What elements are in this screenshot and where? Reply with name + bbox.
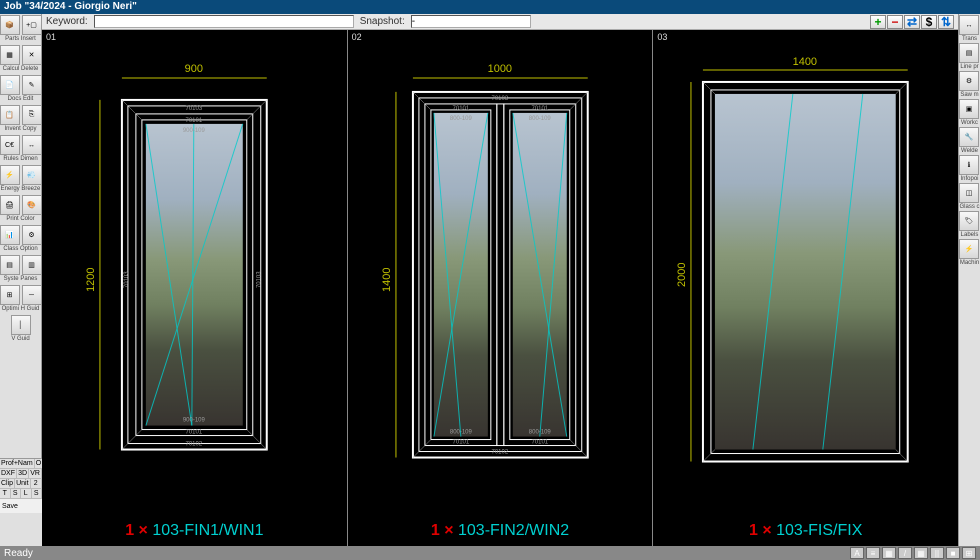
invent-button[interactable]: 📋	[0, 105, 20, 125]
status-tool[interactable]: ■	[946, 547, 960, 559]
svg-text:70101: 70101	[452, 440, 469, 446]
status-tool[interactable]: ▦	[882, 547, 896, 559]
syste-button[interactable]: ▤	[0, 255, 20, 275]
class-button[interactable]: 📊	[0, 225, 20, 245]
copy-button[interactable]: ⎘	[22, 105, 42, 125]
svg-text:70103: 70103	[491, 96, 508, 102]
svg-text:70101: 70101	[531, 440, 548, 446]
window-cell-02[interactable]: 02 1000 1400	[348, 30, 654, 546]
svg-text:70102: 70102	[186, 442, 203, 448]
status-text: Ready	[4, 548, 33, 559]
parts-button[interactable]: 📦	[0, 15, 20, 35]
rules-button[interactable]: C€	[0, 135, 20, 155]
window-cell-01[interactable]: 01 900 1200	[42, 30, 348, 546]
left-toolbar: 📦+▢Parts Insert ▦✕Calcul Delete 📄✎Docs E…	[0, 14, 42, 546]
docs-button[interactable]: 📄	[0, 75, 20, 95]
drawing-canvas[interactable]: 01 900 1200	[42, 30, 958, 546]
svg-text:70103: 70103	[257, 271, 263, 288]
svg-text:70101: 70101	[186, 430, 203, 436]
dimen-button[interactable]: ↔	[22, 135, 42, 155]
status-tool[interactable]: A	[850, 547, 864, 559]
edit-button[interactable]: ✎	[22, 75, 42, 95]
snapshot-label: Snapshot:	[360, 16, 405, 27]
svg-text:1000: 1000	[487, 63, 511, 75]
panes-button[interactable]: ▥	[22, 255, 42, 275]
sawm-button[interactable]: ⚙	[959, 71, 979, 91]
status-tool[interactable]: /	[898, 547, 912, 559]
svg-text:70101: 70101	[452, 106, 469, 112]
glassc-button[interactable]: ◫	[959, 183, 979, 203]
save-button[interactable]: Save	[0, 499, 42, 513]
machin-button[interactable]: ⚡	[959, 239, 979, 259]
cell-number: 03	[657, 32, 667, 42]
svg-text:70103: 70103	[124, 271, 130, 288]
svg-text:1400: 1400	[381, 268, 393, 292]
status-tool[interactable]: ⊞	[962, 547, 976, 559]
status-tool[interactable]: ▦	[914, 547, 928, 559]
svg-text:70103: 70103	[186, 106, 203, 112]
option-button[interactable]: ⚙	[22, 225, 42, 245]
right-toolbar: ↔Trans ▤Line pr ⚙Saw m ▣Workc 🔧Welde ℹIn…	[958, 14, 980, 546]
status-tool[interactable]: ≡	[866, 547, 880, 559]
svg-text:900-109: 900-109	[183, 128, 206, 134]
title-bar: Job "34/2024 - Giorgio Neri"	[0, 0, 980, 14]
price-action[interactable]: $	[921, 15, 937, 29]
delete-button[interactable]: ✕	[22, 45, 42, 65]
cell-number: 02	[352, 32, 362, 42]
config-panel: Prof+NamO DXF3DVR ClipUnit2 TSLS Save	[0, 458, 42, 546]
remove-action[interactable]: −	[887, 15, 903, 29]
snapshot-select[interactable]: -	[411, 15, 531, 28]
svg-text:70102: 70102	[491, 450, 508, 456]
keyword-input[interactable]	[94, 15, 354, 28]
svg-text:1200: 1200	[85, 268, 97, 292]
window-label: 1 × 103-FIN2/WIN2	[348, 522, 653, 540]
status-tool[interactable]: ||	[930, 547, 944, 559]
infopoi-button[interactable]: ℹ	[959, 155, 979, 175]
workc-button[interactable]: ▣	[959, 99, 979, 119]
svg-text:800-109: 800-109	[450, 430, 473, 436]
window-label: 1 × 103-FIN1/WIN1	[42, 522, 347, 540]
optimi-button[interactable]: ⊞	[0, 285, 20, 305]
top-toolbar: Keyword: Snapshot: - + − ⇄ $ ⇅	[42, 14, 958, 30]
svg-text:70101: 70101	[186, 118, 203, 124]
insert-button[interactable]: +▢	[22, 15, 42, 35]
calcul-button[interactable]: ▦	[0, 45, 20, 65]
svg-text:70101: 70101	[531, 106, 548, 112]
svg-text:800-109: 800-109	[528, 116, 551, 122]
hguid-button[interactable]: ─	[22, 285, 42, 305]
linepr-button[interactable]: ▤	[959, 43, 979, 63]
energy-button[interactable]: ⚡	[0, 165, 20, 185]
svg-text:900: 900	[185, 63, 203, 75]
svg-text:2000: 2000	[676, 263, 688, 287]
svg-text:800-109: 800-109	[528, 430, 551, 436]
sort-action[interactable]: ⇅	[938, 15, 954, 29]
svg-text:900-109: 900-109	[183, 418, 206, 424]
trans-button[interactable]: ↔	[959, 15, 979, 35]
svg-text:800-109: 800-109	[450, 116, 473, 122]
welde-button[interactable]: 🔧	[959, 127, 979, 147]
svg-text:1400: 1400	[793, 56, 817, 68]
breeze-button[interactable]: 💨	[22, 165, 42, 185]
window-label: 1 × 103-FIS/FIX	[653, 522, 958, 540]
vguid-button[interactable]: │	[11, 315, 31, 335]
window-cell-03[interactable]: 03 1400 2000 1 × 103-FIS/FIX	[653, 30, 958, 546]
add-action[interactable]: +	[870, 15, 886, 29]
labels-button[interactable]: 🏷	[959, 211, 979, 231]
print-button[interactable]: 🖨	[0, 195, 20, 215]
keyword-label: Keyword:	[46, 16, 88, 27]
cell-number: 01	[46, 32, 56, 42]
swap-action[interactable]: ⇄	[904, 15, 920, 29]
workspace: Keyword: Snapshot: - + − ⇄ $ ⇅ 01	[42, 14, 958, 546]
status-bar: Ready A ≡ ▦ / ▦ || ■ ⊞	[0, 546, 980, 560]
color-button[interactable]: 🎨	[22, 195, 42, 215]
